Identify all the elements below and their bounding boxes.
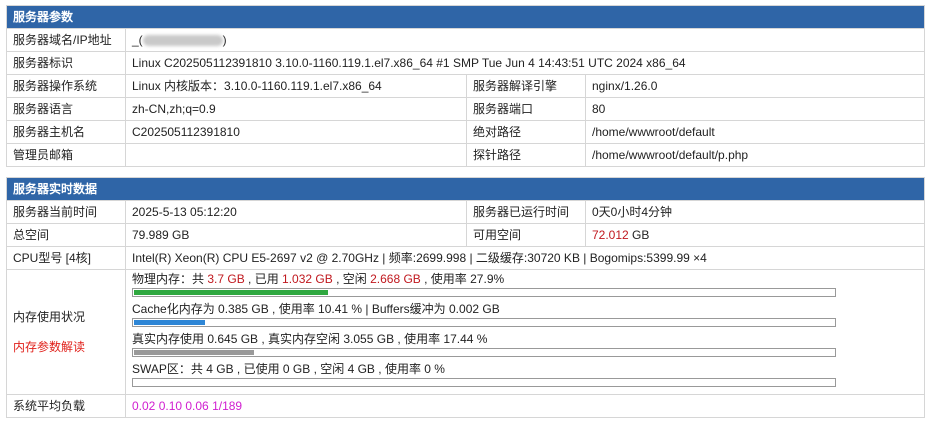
label-cpu: CPU型号 [4核]	[6, 246, 126, 270]
value-probe-path: /home/wwwroot/default/p.php	[584, 143, 926, 167]
row-memory: 内存使用状况 内存参数解读 物理内存：共 3.7 GB , 已用 1.032 G…	[6, 269, 926, 395]
value-os: Linux 内核版本：3.10.0-1160.119.1.el7.x86_64	[125, 74, 467, 98]
value-total-space: 79.989 GB	[125, 223, 467, 247]
value-free-space: 72.012 GB	[584, 223, 926, 247]
row-space: 总空间 79.989 GB 可用空间 72.012 GB	[6, 223, 926, 247]
label-admin-email: 管理员邮箱	[6, 143, 126, 167]
label-load: 系统平均负载	[6, 394, 126, 418]
swap-memory-line: SWAP区：共 4 GB , 已使用 0 GB , 空闲 4 GB , 使用率 …	[132, 362, 445, 376]
value-engine: nginx/1.26.0	[584, 74, 926, 98]
label-host: 服务器主机名	[6, 120, 126, 144]
value-load: 0.02 0.10 0.06 1/189	[124, 394, 926, 418]
free-space-unit: GB	[628, 228, 650, 242]
physical-memory-line: 物理内存：共 3.7 GB , 已用 1.032 GB , 空闲 2.668 G…	[132, 271, 918, 289]
physical-used: 1.032 GB	[282, 272, 333, 286]
row-host: 服务器主机名 C202505112391810 绝对路径 /home/wwwro…	[6, 120, 926, 144]
free-space-number: 72.012	[592, 228, 629, 242]
label-abs-path: 绝对路径	[466, 120, 586, 144]
row-os: 服务器操作系统 Linux 内核版本：3.10.0-1160.119.1.el7…	[6, 74, 926, 98]
label-port: 服务器端口	[466, 97, 586, 121]
swap-memory-bar	[132, 378, 836, 387]
label-current-time: 服务器当前时间	[6, 200, 126, 224]
row-ident: 服务器标识 Linux C202505112391810 3.10.0-1160…	[6, 51, 926, 75]
label-lang: 服务器语言	[6, 97, 126, 121]
domain-prefix: _(	[132, 33, 143, 47]
server-params-table: 服务器参数 服务器域名/IP地址 _() 服务器标识 Linux C202505…	[5, 5, 926, 167]
label-ident: 服务器标识	[6, 51, 126, 75]
memory-help-link[interactable]: 内存参数解读	[13, 337, 119, 357]
physical-text-2: , 已用	[244, 272, 283, 286]
row-admin: 管理员邮箱 探针路径 /home/wwwroot/default/p.php	[6, 143, 926, 167]
row-cpu: CPU型号 [4核] Intel(R) Xeon(R) CPU E5-2697 …	[6, 246, 926, 270]
section-title-realtime: 服务器实时数据	[5, 177, 926, 201]
physical-free: 2.668 GB	[370, 272, 421, 286]
row-domain: 服务器域名/IP地址 _()	[6, 28, 926, 52]
value-host: C202505112391810	[125, 120, 467, 144]
label-os: 服务器操作系统	[6, 74, 126, 98]
value-uptime: 0天0小时4分钟	[584, 200, 926, 224]
label-engine: 服务器解译引擎	[466, 74, 586, 98]
cache-memory-bar-fill	[134, 320, 206, 325]
row-load: 系统平均负载 0.02 0.10 0.06 1/189	[6, 394, 926, 418]
physical-total: 3.7 GB	[207, 272, 245, 286]
row-lang: 服务器语言 zh-CN,zh;q=0.9 服务器端口 80	[6, 97, 926, 121]
domain-suffix: )	[222, 33, 227, 47]
value-admin-email	[125, 143, 467, 167]
real-memory-bar-fill	[134, 350, 255, 355]
label-memory: 内存使用状况	[13, 310, 86, 324]
memory-label-cell: 内存使用状况 内存参数解读	[6, 269, 126, 395]
label-uptime: 服务器已运行时间	[466, 200, 586, 224]
memory-detail-cell: 物理内存：共 3.7 GB , 已用 1.032 GB , 空闲 2.668 G…	[124, 269, 926, 395]
redacted-domain	[142, 35, 223, 47]
value-ident: Linux C202505112391810 3.10.0-1160.119.1…	[124, 51, 926, 75]
value-port: 80	[584, 97, 926, 121]
physical-text-3: , 空闲	[332, 272, 371, 286]
realtime-data-table: 服务器实时数据 服务器当前时间 2025-5-13 05:12:20 服务器已运…	[5, 177, 926, 418]
section-title-server-params: 服务器参数	[5, 5, 926, 29]
physical-text-4: , 使用率 27.9%	[420, 272, 505, 286]
row-time: 服务器当前时间 2025-5-13 05:12:20 服务器已运行时间 0天0小…	[6, 200, 926, 224]
label-free-space: 可用空间	[466, 223, 586, 247]
value-abs-path: /home/wwwroot/default	[584, 120, 926, 144]
real-memory-bar	[132, 348, 836, 357]
cache-memory-line: Cache化内存为 0.385 GB , 使用率 10.41 % | Buffe…	[132, 302, 500, 316]
value-cpu: Intel(R) Xeon(R) CPU E5-2697 v2 @ 2.70GH…	[124, 246, 926, 270]
cache-memory-bar	[132, 318, 836, 327]
physical-memory-bar-fill	[134, 290, 328, 295]
value-lang: zh-CN,zh;q=0.9	[125, 97, 467, 121]
value-domain: _()	[124, 28, 926, 52]
label-total-space: 总空间	[6, 223, 126, 247]
label-probe-path: 探针路径	[466, 143, 586, 167]
physical-text-1: 物理内存：共	[132, 272, 208, 286]
physical-memory-bar	[132, 288, 836, 297]
real-memory-line: 真实内存使用 0.645 GB , 真实内存空闲 3.055 GB , 使用率 …	[132, 332, 488, 346]
label-domain: 服务器域名/IP地址	[6, 28, 126, 52]
value-current-time: 2025-5-13 05:12:20	[125, 200, 467, 224]
